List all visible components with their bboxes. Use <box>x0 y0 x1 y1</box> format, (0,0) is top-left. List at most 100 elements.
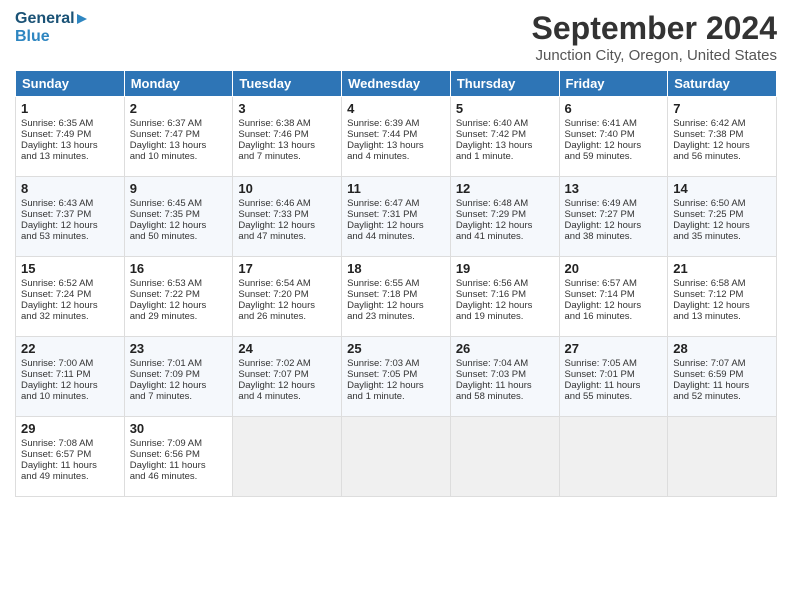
day-info-line: Daylight: 12 hours <box>347 220 445 231</box>
day-info-line: and 13 minutes. <box>673 311 771 322</box>
day-info-line: Sunrise: 7:00 AM <box>21 358 119 369</box>
day-info-line: Daylight: 12 hours <box>456 220 554 231</box>
table-row: 9 Sunrise: 6:45 AMSunset: 7:35 PMDaylight… <box>124 177 233 257</box>
day-info-line: Sunrise: 6:50 AM <box>673 198 771 209</box>
day-info-line: Sunrise: 6:49 AM <box>565 198 663 209</box>
day-info-line: Daylight: 12 hours <box>565 300 663 311</box>
day-info-line: Sunrise: 6:45 AM <box>130 198 228 209</box>
day-number: 26 <box>456 341 554 356</box>
day-number: 14 <box>673 181 771 196</box>
day-info-line: and 29 minutes. <box>130 311 228 322</box>
day-info-line: Sunrise: 6:54 AM <box>238 278 336 289</box>
day-info-line: Sunset: 7:37 PM <box>21 209 119 220</box>
day-number: 20 <box>565 261 663 276</box>
col-friday: Friday <box>559 71 668 97</box>
day-number: 3 <box>238 101 336 116</box>
day-number: 16 <box>130 261 228 276</box>
day-info-line: and 52 minutes. <box>673 391 771 402</box>
day-info-line: Sunrise: 7:02 AM <box>238 358 336 369</box>
day-number: 24 <box>238 341 336 356</box>
day-info-line: Sunset: 7:29 PM <box>456 209 554 220</box>
day-info-line: Sunrise: 6:57 AM <box>565 278 663 289</box>
table-row: 3Sunrise: 6:38 AMSunset: 7:46 PMDaylight… <box>233 97 342 177</box>
day-number: 10 <box>238 181 336 196</box>
day-info-line: Daylight: 11 hours <box>565 380 663 391</box>
table-row: 22Sunrise: 7:00 AMSunset: 7:11 PMDayligh… <box>16 337 125 417</box>
col-monday: Monday <box>124 71 233 97</box>
day-info-line: Daylight: 12 hours <box>456 300 554 311</box>
day-info-line: Sunset: 7:25 PM <box>673 209 771 220</box>
calendar-table: Sunday Monday Tuesday Wednesday Thursday… <box>15 70 777 497</box>
day-info-line: Daylight: 12 hours <box>130 380 228 391</box>
day-info-line: Sunset: 6:59 PM <box>673 369 771 380</box>
day-info-line: Sunrise: 7:01 AM <box>130 358 228 369</box>
table-row: 14 Sunrise: 6:50 AMSunset: 7:25 PMDayligh… <box>668 177 777 257</box>
day-info-line: and 7 minutes. <box>238 151 336 162</box>
day-info-line: Daylight: 11 hours <box>673 380 771 391</box>
day-info-line: Sunrise: 6:41 AM <box>565 118 663 129</box>
day-info-line: Sunset: 7:07 PM <box>238 369 336 380</box>
day-number: 12 <box>456 181 554 196</box>
day-info-line: Daylight: 13 hours <box>130 140 228 151</box>
table-row: 25Sunrise: 7:03 AMSunset: 7:05 PMDayligh… <box>342 337 451 417</box>
day-info-line: Sunrise: 6:40 AM <box>456 118 554 129</box>
day-info-line: Sunset: 7:47 PM <box>130 129 228 140</box>
day-info-line: Sunset: 7:35 PM <box>130 209 228 220</box>
day-info-line: and 16 minutes. <box>565 311 663 322</box>
day-info-line: Daylight: 12 hours <box>565 140 663 151</box>
day-number: 1 <box>21 101 119 116</box>
day-info-line: Sunrise: 6:42 AM <box>673 118 771 129</box>
day-number: 9 <box>130 181 228 196</box>
day-info-line: and 10 minutes. <box>130 151 228 162</box>
logo-line2: Blue <box>15 28 87 46</box>
day-info-line: Daylight: 12 hours <box>347 300 445 311</box>
day-number: 15 <box>21 261 119 276</box>
day-info-line: Sunset: 7:46 PM <box>238 129 336 140</box>
day-info-line: Sunset: 7:12 PM <box>673 289 771 300</box>
logo-line1: General <box>15 10 87 28</box>
table-row: 16Sunrise: 6:53 AMSunset: 7:22 PMDayligh… <box>124 257 233 337</box>
day-info-line: Sunrise: 6:53 AM <box>130 278 228 289</box>
day-number: 6 <box>565 101 663 116</box>
calendar-title: September 2024 <box>532 10 777 47</box>
calendar-week-row: 8Sunrise: 6:43 AMSunset: 7:37 PMDaylight… <box>16 177 777 257</box>
day-info-line: Sunrise: 6:43 AM <box>21 198 119 209</box>
day-info-line: and 35 minutes. <box>673 231 771 242</box>
day-info-line: Sunset: 7:40 PM <box>565 129 663 140</box>
col-thursday: Thursday <box>450 71 559 97</box>
calendar-week-row: 29Sunrise: 7:08 AMSunset: 6:57 PMDayligh… <box>16 417 777 497</box>
day-number: 29 <box>21 421 119 436</box>
table-row: 12Sunrise: 6:48 AMSunset: 7:29 PMDayligh… <box>450 177 559 257</box>
day-number: 7 <box>673 101 771 116</box>
table-row: 5Sunrise: 6:40 AMSunset: 7:42 PMDaylight… <box>450 97 559 177</box>
table-row: 8Sunrise: 6:43 AMSunset: 7:37 PMDaylight… <box>16 177 125 257</box>
day-info-line: Sunset: 7:22 PM <box>130 289 228 300</box>
day-info-line: Daylight: 12 hours <box>347 380 445 391</box>
table-row <box>233 417 342 497</box>
day-info-line: Daylight: 12 hours <box>673 220 771 231</box>
day-number: 19 <box>456 261 554 276</box>
col-saturday: Saturday <box>668 71 777 97</box>
day-info-line: Sunrise: 6:52 AM <box>21 278 119 289</box>
day-info-line: Daylight: 13 hours <box>347 140 445 151</box>
day-info-line: and 32 minutes. <box>21 311 119 322</box>
table-row <box>450 417 559 497</box>
day-info-line: Sunrise: 7:04 AM <box>456 358 554 369</box>
day-info-line: and 56 minutes. <box>673 151 771 162</box>
day-info-line: and 1 minute. <box>456 151 554 162</box>
day-number: 17 <box>238 261 336 276</box>
day-info-line: and 1 minute. <box>347 391 445 402</box>
day-info-line: Daylight: 12 hours <box>21 300 119 311</box>
table-row: 15Sunrise: 6:52 AMSunset: 7:24 PMDayligh… <box>16 257 125 337</box>
day-info-line: Sunset: 6:56 PM <box>130 449 228 460</box>
day-info-line: Daylight: 13 hours <box>456 140 554 151</box>
title-block: September 2024 Junction City, Oregon, Un… <box>532 10 777 64</box>
calendar-subtitle: Junction City, Oregon, United States <box>532 47 777 64</box>
day-info-line: Sunrise: 6:47 AM <box>347 198 445 209</box>
day-info-line: and 49 minutes. <box>21 471 119 482</box>
calendar-week-row: 22Sunrise: 7:00 AMSunset: 7:11 PMDayligh… <box>16 337 777 417</box>
day-info-line: Sunrise: 7:03 AM <box>347 358 445 369</box>
day-info-line: Sunset: 7:38 PM <box>673 129 771 140</box>
day-info-line: Daylight: 12 hours <box>130 220 228 231</box>
day-info-line: Sunset: 7:11 PM <box>21 369 119 380</box>
